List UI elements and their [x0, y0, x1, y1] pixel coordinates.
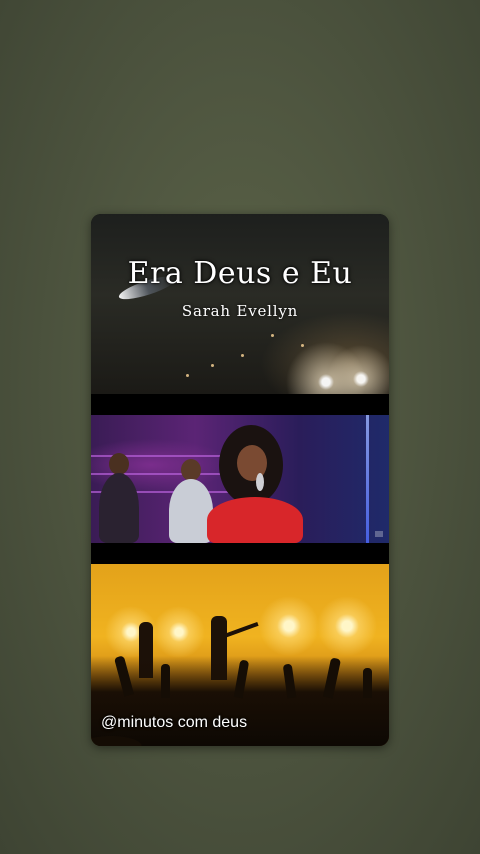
raised-hand: [161, 664, 170, 698]
guitar-neck: [223, 621, 259, 639]
raised-hand: [363, 668, 372, 698]
light-spark: [186, 374, 189, 377]
light-spark: [241, 354, 244, 357]
stage-light-bar: [366, 415, 369, 543]
panel-divider: [91, 543, 389, 564]
video-watermark-icon: [375, 531, 383, 537]
story-card[interactable]: Era Deus e Eu Sarah Evellyn @minutos com…: [91, 214, 389, 746]
singer-backup-head: [181, 459, 201, 481]
microphone-icon: [256, 473, 264, 491]
panel-divider: [91, 394, 389, 415]
stage-lights-panel: Era Deus e Eu Sarah Evellyn: [91, 214, 389, 394]
light-spark: [301, 344, 304, 347]
concert-panel: @minutos com deus: [91, 564, 389, 746]
singer-panel: [91, 415, 389, 543]
artist-name: Sarah Evellyn: [181, 302, 299, 320]
light-spark: [211, 364, 214, 367]
light-spark: [271, 334, 274, 337]
song-title: Era Deus e Eu: [127, 256, 353, 291]
account-handle[interactable]: @minutos com deus: [101, 714, 247, 732]
musician: [99, 473, 139, 543]
singer-dress: [207, 497, 303, 543]
musician-head: [109, 453, 129, 475]
